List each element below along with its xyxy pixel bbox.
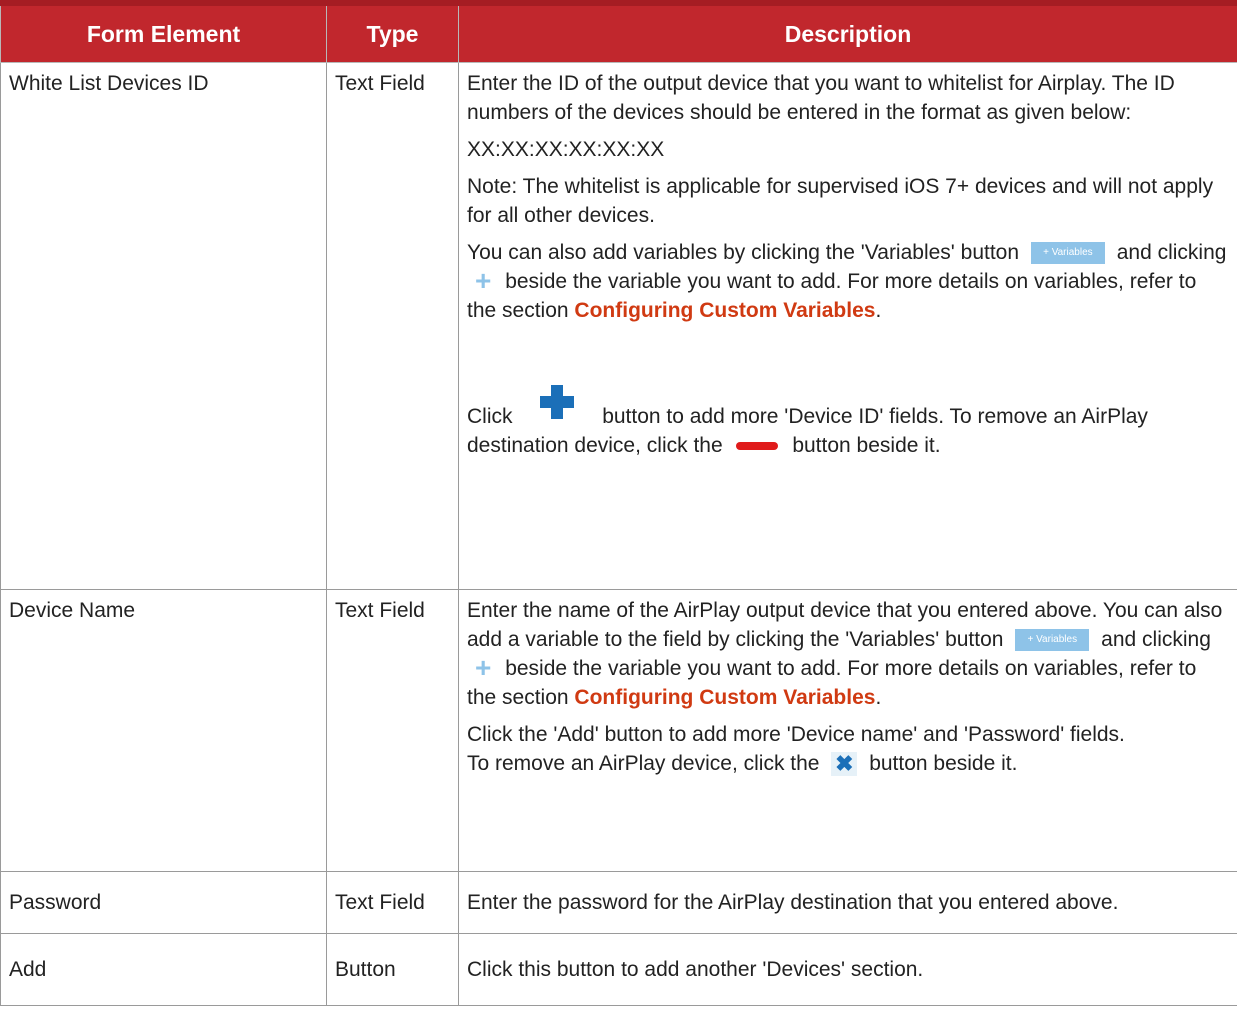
click-text-c: button beside it.	[792, 434, 941, 457]
remove-icon[interactable]	[736, 442, 779, 451]
table-row: Device Name Text Field Enter the name of…	[0, 589, 1237, 872]
description-cell: Enter the name of the AirPlay output dev…	[458, 589, 1237, 872]
period: .	[875, 686, 882, 709]
period: .	[875, 299, 882, 322]
table-row: Password Text Field Enter the password f…	[0, 871, 1237, 934]
id-format-text: XX:XX:XX:XX:XX:XX	[467, 138, 665, 161]
variables-text: You can also add variables by clicking t…	[467, 238, 1229, 325]
configuring-custom-variables-link[interactable]: Configuring Custom Variables	[574, 686, 875, 709]
form-elements-table: Form Element Type Description White List…	[0, 0, 1237, 1006]
note-text: Note: The whitelist is applicable for su…	[467, 175, 1214, 227]
variables-button[interactable]: + Variables	[1030, 242, 1105, 265]
description-text-b: and clicking	[1101, 628, 1211, 651]
add-field-icon[interactable]	[540, 385, 575, 419]
close-icon[interactable]: ✖	[831, 752, 858, 777]
table-row: White List Devices ID Text Field Enter t…	[0, 62, 1237, 590]
description-text: Enter the ID of the output device that y…	[467, 72, 1175, 124]
description-cell: Enter the ID of the output device that y…	[458, 62, 1237, 590]
type-cell: Button	[326, 933, 459, 1006]
variables-button[interactable]: + Variables	[1015, 629, 1090, 652]
variables-text-a: You can also add variables by clicking t…	[467, 241, 1020, 264]
add-button-text: Click the 'Add' button to add more 'Devi…	[467, 723, 1125, 746]
configuring-custom-variables-link[interactable]: Configuring Custom Variables	[574, 299, 875, 322]
plus-icon[interactable]: +	[475, 654, 491, 682]
remove-device-text: To remove an AirPlay device, click the ✖…	[467, 749, 1229, 778]
plus-icon[interactable]: +	[475, 267, 491, 295]
remove-text-b: button beside it.	[869, 752, 1018, 775]
add-remove-text: Click button to add more 'Device ID' fie…	[467, 385, 1229, 460]
type-cell: Text Field	[326, 62, 459, 590]
description-cell: Enter the password for the AirPlay desti…	[458, 871, 1237, 934]
form-element-cell: Device Name	[0, 589, 327, 872]
header-form-element: Form Element	[0, 0, 327, 63]
variables-text-b: and clicking	[1116, 241, 1227, 264]
form-element-cell: Password	[0, 871, 327, 934]
remove-text-a: To remove an AirPlay device, click the	[467, 752, 820, 775]
form-element-cell: White List Devices ID	[0, 62, 327, 590]
table-header-row: Form Element Type Description	[0, 0, 1237, 63]
header-description: Description	[458, 0, 1237, 63]
click-text-a: Click	[467, 405, 513, 428]
header-type: Type	[326, 0, 459, 63]
description-text: Enter the name of the AirPlay output dev…	[467, 596, 1229, 712]
table-row: Add Button Click this button to add anot…	[0, 933, 1237, 1006]
type-cell: Text Field	[326, 871, 459, 934]
type-cell: Text Field	[326, 589, 459, 872]
description-cell: Click this button to add another 'Device…	[458, 933, 1237, 1006]
form-element-cell: Add	[0, 933, 327, 1006]
